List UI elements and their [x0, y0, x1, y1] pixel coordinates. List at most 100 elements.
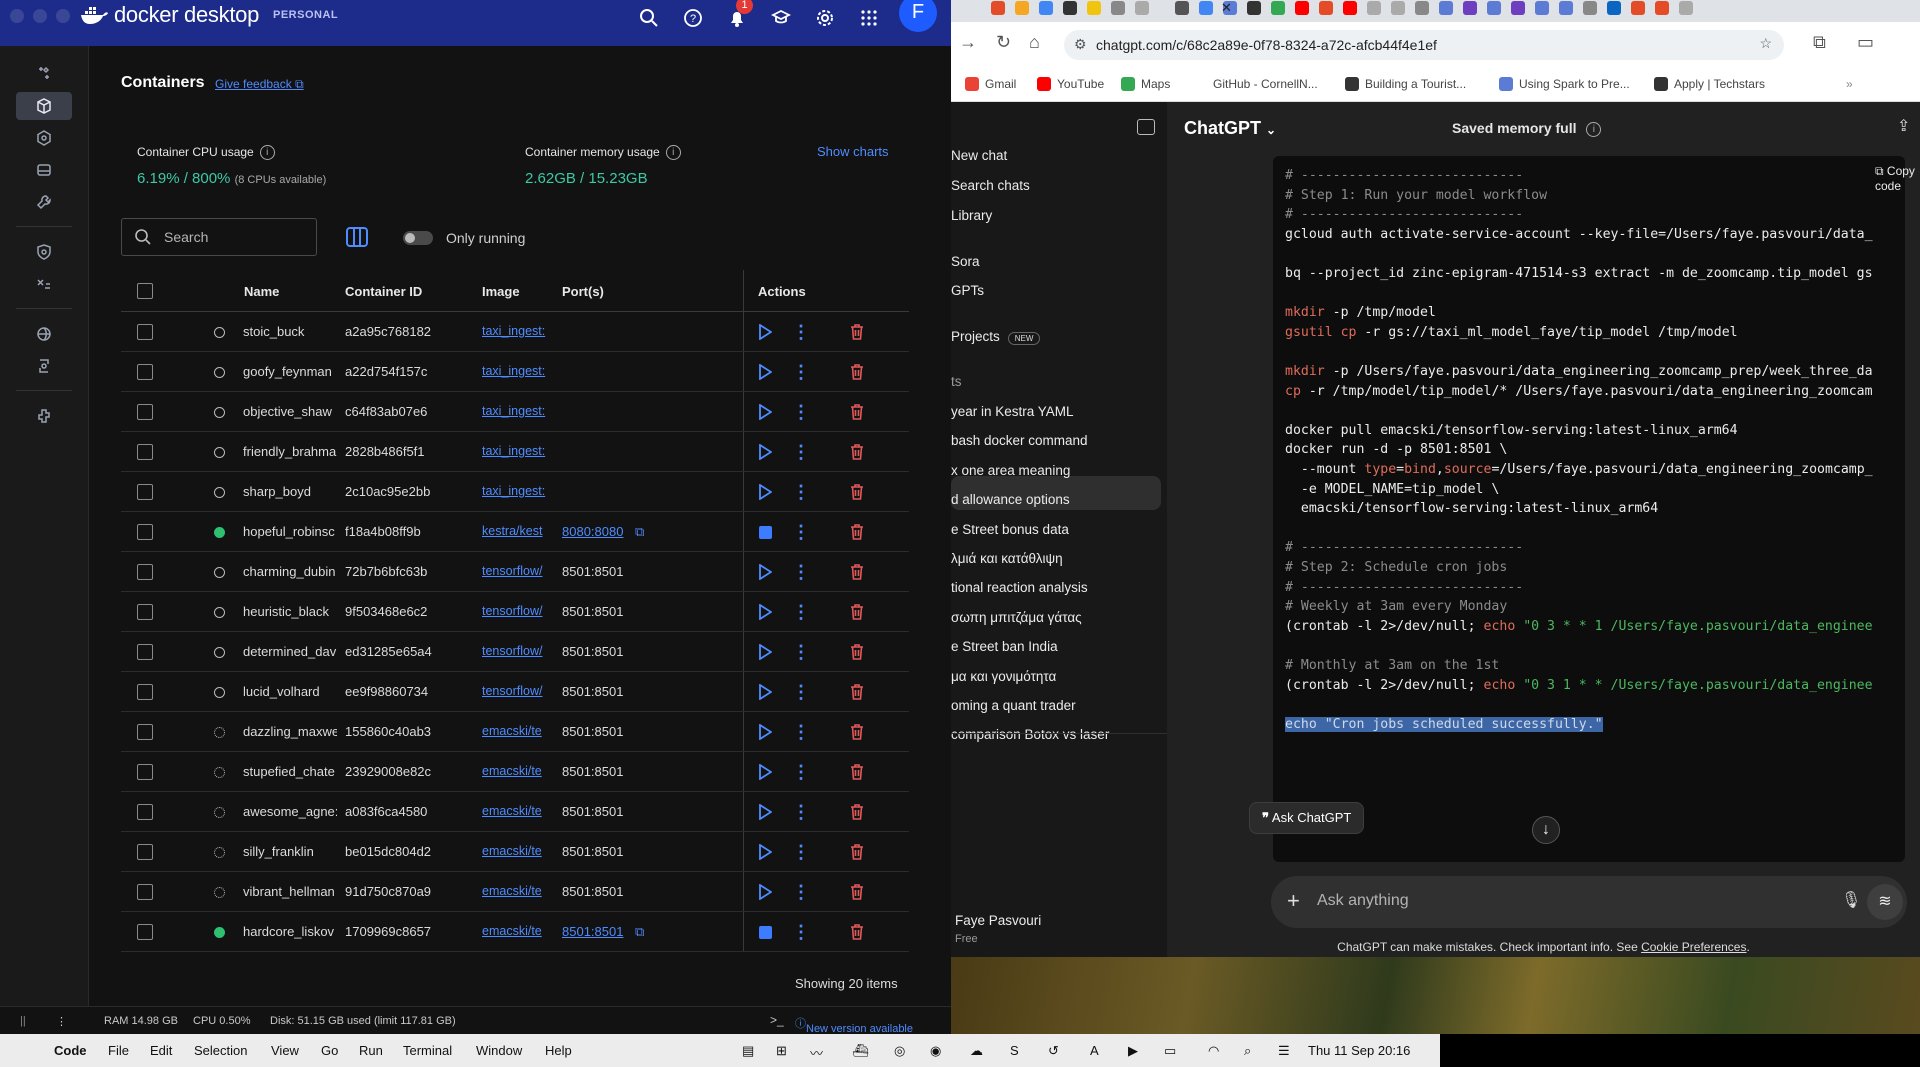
give-feedback-link[interactable]: Give feedback ⧉: [215, 77, 304, 92]
column-image[interactable]: Image: [482, 284, 520, 299]
menu-run[interactable]: Run: [359, 1043, 383, 1058]
more-actions-icon[interactable]: ⋮: [791, 882, 811, 902]
menu-edit[interactable]: Edit: [150, 1043, 172, 1058]
onenote-icon[interactable]: ⊞: [776, 1043, 787, 1059]
start-button[interactable]: [755, 762, 775, 782]
menu-terminal[interactable]: Terminal: [403, 1043, 452, 1058]
show-charts-link[interactable]: Show charts: [817, 144, 889, 159]
image-link[interactable]: taxi_ingest:: [482, 484, 552, 498]
table-row[interactable]: stupefied_chate 23929008e82c emacski/te 850…: [121, 752, 909, 792]
only-running-toggle[interactable]: [403, 231, 433, 245]
browser-tab[interactable]: [1015, 1, 1029, 15]
toggle-sidebar-icon[interactable]: [1137, 119, 1155, 135]
image-link[interactable]: emacski/te: [482, 764, 552, 778]
bookmark-youtube[interactable]: YouTube: [1057, 77, 1104, 91]
more-actions-icon[interactable]: ⋮: [791, 442, 811, 462]
help-icon[interactable]: ?: [671, 3, 715, 33]
row-checkbox[interactable]: [137, 804, 153, 820]
memory-status[interactable]: Saved memory full i: [1452, 120, 1602, 137]
image-link[interactable]: emacski/te: [482, 804, 552, 818]
delete-icon[interactable]: [847, 642, 867, 662]
scroll-down-button[interactable]: ↓: [1532, 816, 1560, 844]
start-button[interactable]: [755, 402, 775, 422]
search-input[interactable]: Search: [121, 218, 317, 256]
sidebar-item[interactable]: Search chats: [951, 178, 1030, 193]
plus-icon[interactable]: +: [1287, 888, 1300, 914]
bookmark-star-icon[interactable]: ☆: [1759, 35, 1772, 52]
sidebar-item[interactable]: GPTs: [951, 283, 984, 298]
minimize-window-button[interactable]: [33, 9, 47, 23]
more-actions-icon[interactable]: ⋮: [791, 402, 811, 422]
container-name[interactable]: heuristic_black: [243, 604, 337, 619]
image-link[interactable]: emacski/te: [482, 924, 552, 938]
delete-icon[interactable]: [847, 402, 867, 422]
browser-tab[interactable]: [1559, 1, 1573, 15]
learning-center-icon[interactable]: [759, 3, 803, 33]
browser-tab[interactable]: [1135, 1, 1149, 15]
delete-icon[interactable]: [847, 322, 867, 342]
user-name[interactable]: Faye Pasvouri: [955, 913, 1041, 928]
more-bookmarks-icon[interactable]: »: [1846, 77, 1853, 91]
wifi-icon[interactable]: ◠: [1208, 1043, 1219, 1059]
image-link[interactable]: taxi_ingest:: [482, 404, 552, 418]
delete-icon[interactable]: [847, 602, 867, 622]
chat-history-item[interactable]: λμιά και κατάθλιψη: [951, 551, 1063, 566]
browser-tab[interactable]: [1087, 1, 1101, 15]
start-button[interactable]: [755, 442, 775, 462]
chat-history-item[interactable]: oming a quant trader: [951, 698, 1076, 713]
container-name[interactable]: vibrant_hellman: [243, 884, 337, 899]
container-name[interactable]: dazzling_maxwe: [243, 724, 337, 739]
docker-menu-icon[interactable]: ⛴: [852, 1043, 869, 1059]
container-name[interactable]: hardcore_liskov: [243, 924, 337, 939]
browser-tab[interactable]: [1631, 1, 1645, 15]
browser-tab[interactable]: [1463, 1, 1477, 15]
more-actions-icon[interactable]: ⋮: [791, 322, 811, 342]
browser-tab[interactable]: [1343, 1, 1357, 15]
volumes-icon[interactable]: [16, 156, 72, 184]
external-link-icon[interactable]: ⧉: [635, 524, 644, 540]
vpn-icon[interactable]: ◉: [930, 1043, 941, 1059]
browser-tab[interactable]: [1415, 1, 1429, 15]
container-name[interactable]: goofy_feynman: [243, 364, 337, 379]
delete-icon[interactable]: [847, 762, 867, 782]
column-name[interactable]: Name: [244, 284, 279, 299]
row-checkbox[interactable]: [137, 724, 153, 740]
sidebar-item[interactable]: Projects NEW: [951, 329, 1041, 345]
more-actions-icon[interactable]: ⋮: [791, 922, 811, 942]
start-button[interactable]: [755, 842, 775, 862]
delete-icon[interactable]: [847, 362, 867, 382]
bookmark-maps[interactable]: Maps: [1141, 77, 1170, 91]
user-avatar[interactable]: F: [899, 0, 937, 32]
row-checkbox[interactable]: [137, 764, 153, 780]
table-row[interactable]: vibrant_hellman 91d750c870a9 emacski/te 850…: [121, 872, 909, 912]
browser-tab[interactable]: [1247, 1, 1261, 15]
sidebar-item[interactable]: New chat: [951, 148, 1007, 163]
more-actions-icon[interactable]: ⋮: [791, 802, 811, 822]
more-actions-icon[interactable]: ⋮: [791, 762, 811, 782]
image-link[interactable]: taxi_ingest:: [482, 444, 552, 458]
container-name[interactable]: objective_shaw: [243, 404, 337, 419]
clock[interactable]: Thu 11 Sep 20:16: [1308, 1043, 1410, 1058]
table-row[interactable]: goofy_feynman a22d754f157c taxi_ingest: ⋮: [121, 352, 909, 392]
table-row[interactable]: friendly_brahma 2828b486f5f1 taxi_ingest: ⋮: [121, 432, 909, 472]
row-checkbox[interactable]: [137, 444, 153, 460]
chat-history-item[interactable]: σωπη μπιτζάμα γάτας: [951, 610, 1082, 625]
delete-icon[interactable]: [847, 682, 867, 702]
table-row[interactable]: objective_shaw c64f83ab07e6 taxi_ingest: ⋮: [121, 392, 909, 432]
menu-go[interactable]: Go: [321, 1043, 338, 1058]
update-notice[interactable]: ⓘ New version available: [795, 1015, 913, 1034]
forward-icon[interactable]: →: [959, 32, 977, 53]
row-checkbox[interactable]: [137, 324, 153, 340]
more-actions-icon[interactable]: ⋮: [791, 602, 811, 622]
chat-history-item[interactable]: d allowance options: [951, 492, 1070, 507]
mcp-toolkit-icon[interactable]: [16, 352, 72, 380]
image-link[interactable]: tensorflow/: [482, 564, 552, 578]
table-row[interactable]: hopeful_robinsc f18a4b08ff9b kestra/kest 80…: [121, 512, 909, 552]
delete-icon[interactable]: [847, 442, 867, 462]
delete-icon[interactable]: [847, 802, 867, 822]
menu-help[interactable]: Help: [545, 1043, 572, 1058]
chat-history-item[interactable]: e Street bonus data: [951, 522, 1069, 537]
bookmark-github[interactable]: GitHub - CornellN...: [1213, 77, 1318, 91]
browser-tab[interactable]: [1295, 1, 1309, 15]
browser-tab[interactable]: [1583, 1, 1597, 15]
